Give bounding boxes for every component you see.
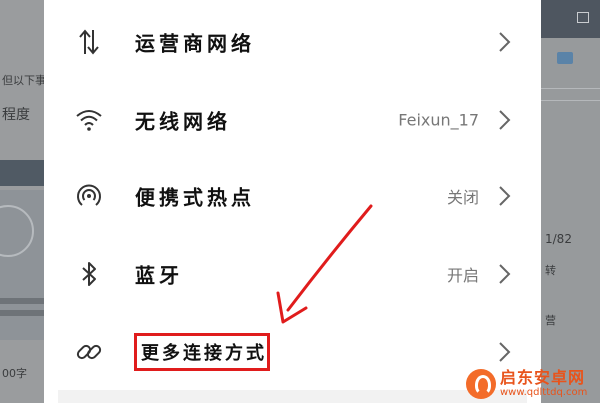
background-line	[541, 88, 600, 89]
settings-item-label: 便携式热点	[135, 185, 255, 210]
chevron-right-icon	[499, 342, 511, 362]
bluetooth-status: 开启	[446, 266, 479, 285]
chevron-right-icon	[499, 264, 511, 284]
watermark-title: 启东安卓网	[500, 367, 586, 387]
wifi-icon	[76, 110, 102, 131]
background-line	[541, 100, 600, 101]
background-titlebar	[541, 0, 600, 38]
settings-item-bluetooth[interactable]: 蓝牙 开启	[44, 235, 541, 313]
link-icon	[76, 344, 102, 360]
connection-settings-panel: 运营商网络 无线网络 Feixun_17 便携式热点 关闭 蓝牙 开启 更多连接…	[44, 0, 541, 403]
background-text: 营	[545, 314, 556, 327]
chevron-right-icon	[499, 186, 511, 206]
maximize-icon	[577, 12, 589, 23]
hotspot-status: 关闭	[446, 188, 479, 207]
watermark-logo-icon	[466, 368, 496, 399]
settings-item-hotspot[interactable]: 便携式热点 关闭	[44, 157, 541, 235]
chat-icon	[557, 52, 573, 64]
background-line	[0, 310, 44, 316]
background-band	[0, 160, 44, 186]
panel-bottom-strip	[58, 390, 527, 403]
settings-item-mobile-network[interactable]: 运营商网络	[44, 3, 541, 81]
settings-item-label: 无线网络	[135, 109, 231, 134]
wifi-network-name: Feixun_17	[398, 110, 479, 130]
background-text: 00字	[2, 367, 27, 380]
bluetooth-icon	[82, 262, 96, 286]
highlight-box	[134, 333, 270, 371]
chevron-right-icon	[499, 110, 511, 130]
settings-item-wifi[interactable]: 无线网络 Feixun_17	[44, 81, 541, 159]
watermark-url: www.qdlttdq.com	[500, 386, 588, 398]
background-text: 转	[545, 264, 556, 277]
background-line	[0, 298, 44, 304]
settings-item-label: 运营商网络	[135, 31, 255, 56]
background-window-right: 1/82 转 营	[541, 0, 600, 403]
background-text: 1/82	[545, 232, 572, 246]
background-text: 程度	[2, 107, 30, 123]
mobile-data-arrows-icon	[79, 29, 99, 55]
background-text: 但以下事	[2, 74, 44, 87]
site-watermark: 启东安卓网 www.qdlttdq.com	[466, 364, 600, 403]
settings-item-label: 蓝牙	[135, 263, 183, 288]
hotspot-icon	[77, 184, 101, 206]
background-window-left: 但以下事 程度 00字	[0, 0, 44, 403]
chevron-right-icon	[499, 32, 511, 52]
